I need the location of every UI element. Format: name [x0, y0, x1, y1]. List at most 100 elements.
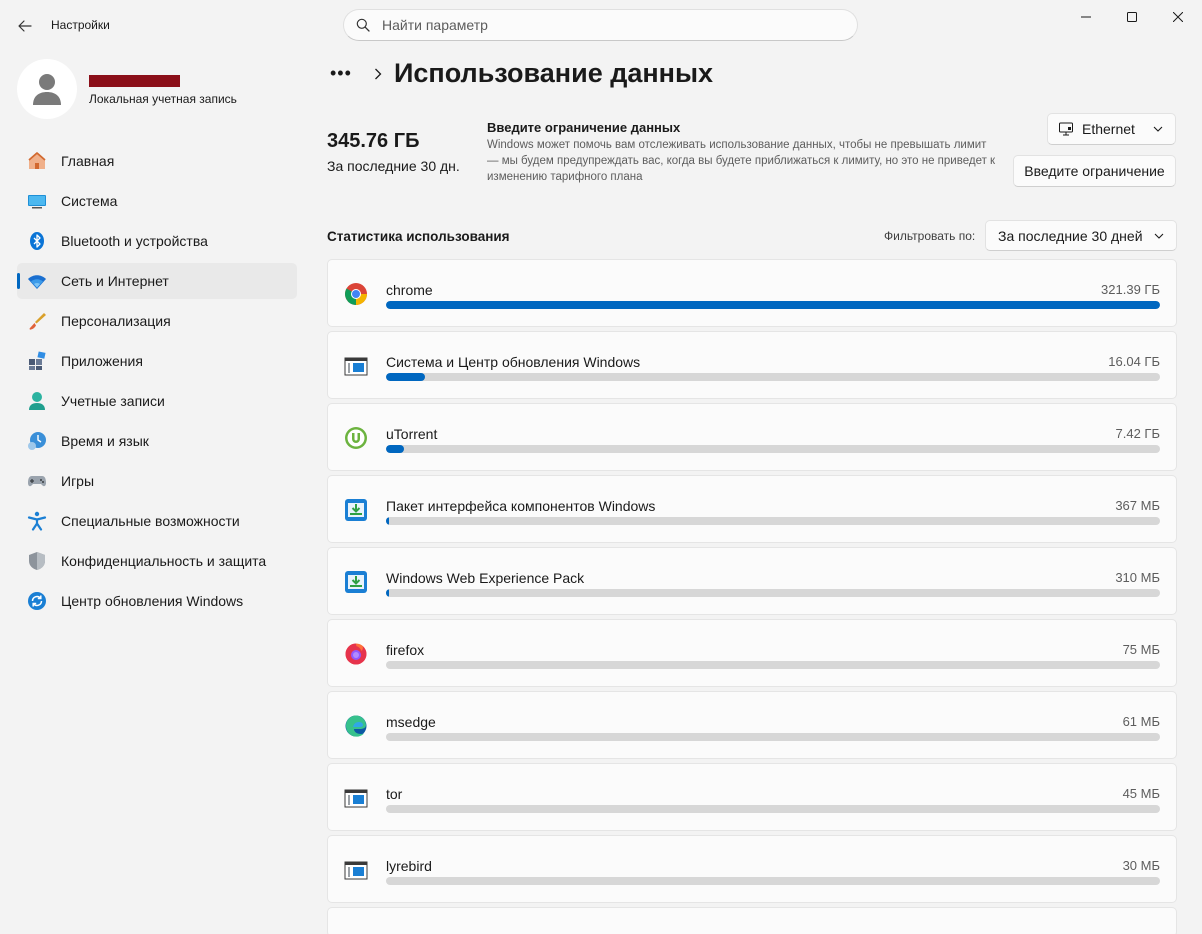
brush-icon	[27, 311, 47, 331]
app-usage-value: 30 МБ	[1122, 858, 1160, 873]
filter-period-value: За последние 30 дней	[998, 227, 1143, 244]
sidebar-item-bluetooth[interactable]: Bluetooth и устройства	[17, 223, 297, 259]
usage-progress-fill	[386, 445, 404, 453]
usage-progress-fill	[386, 589, 389, 597]
time-language-icon	[27, 431, 47, 451]
app-name: Система и Центр обновления Windows	[386, 354, 641, 370]
app-name: uTorrent	[386, 426, 438, 442]
usage-progress-bar	[386, 301, 1160, 309]
maximize-button[interactable]	[1109, 0, 1155, 34]
usage-progress-fill	[386, 301, 1160, 309]
windows-package-icon	[344, 570, 368, 594]
usage-progress-bar	[386, 445, 1160, 453]
sidebar-nav: Главная Система Bluetooth и устройства С…	[17, 143, 297, 623]
app-usage-value: 7.42 ГБ	[1115, 426, 1160, 441]
sidebar-item-network[interactable]: Сеть и Интернет	[17, 263, 297, 299]
sidebar-item-time-language[interactable]: Время и язык	[17, 423, 297, 459]
sidebar-item-accounts[interactable]: Учетные записи	[17, 383, 297, 419]
sidebar-item-label: Система	[61, 193, 118, 209]
app-usage-value: 75 МБ	[1122, 642, 1160, 657]
sidebar-item-personalization[interactable]: Персонализация	[17, 303, 297, 339]
app-usage-row[interactable]: msedge 61 МБ	[327, 691, 1177, 759]
search-input[interactable]	[382, 17, 822, 33]
app-usage-row[interactable]: uTorrent 7.42 ГБ	[327, 403, 1177, 471]
network-adapter-select[interactable]: Ethernet	[1047, 113, 1176, 145]
system-window-icon	[344, 354, 368, 378]
close-button[interactable]	[1155, 0, 1201, 34]
enter-limit-button[interactable]: Введите ограничение	[1013, 155, 1176, 187]
app-usage-row[interactable]: tor 45 МБ	[327, 763, 1177, 831]
app-usage-row[interactable]: Пакет интерфейса компонентов Windows 367…	[327, 475, 1177, 543]
app-usage-value: 310 МБ	[1115, 570, 1160, 585]
sidebar-item-system[interactable]: Система	[17, 183, 297, 219]
app-title: Настройки	[51, 18, 110, 32]
search-icon	[356, 18, 370, 32]
app-name: Windows Web Experience Pack	[386, 570, 585, 586]
app-name: Пакет интерфейса компонентов Windows	[386, 498, 656, 514]
sidebar-item-label: Главная	[61, 153, 115, 169]
sidebar-item-label: Bluetooth и устройства	[61, 233, 208, 249]
usage-stats-title: Статистика использования	[327, 229, 510, 244]
back-button[interactable]	[10, 12, 40, 40]
sidebar-item-privacy[interactable]: Конфиденциальность и защита	[17, 543, 297, 579]
account-type-label: Локальная учетная запись	[89, 92, 237, 106]
sidebar-item-label: Центр обновления Windows	[61, 593, 244, 609]
filter-period-select[interactable]: За последние 30 дней	[985, 220, 1177, 251]
user-avatar-icon	[33, 74, 61, 105]
avatar[interactable]	[17, 59, 77, 119]
app-name: tor	[386, 786, 403, 802]
app-usage-value: 16.04 ГБ	[1108, 354, 1160, 369]
app-usage-value: 45 МБ	[1122, 786, 1160, 801]
app-usage-row[interactable]: Система и Центр обновления Windows 16.04…	[327, 331, 1177, 399]
sidebar-item-home[interactable]: Главная	[17, 143, 297, 179]
page-title: Использование данных	[394, 58, 714, 88]
accessibility-icon	[27, 511, 47, 531]
filter-label: Фильтровать по:	[884, 229, 976, 243]
minimize-button[interactable]	[1063, 0, 1109, 34]
usage-progress-bar	[386, 589, 1160, 597]
data-limit-title: Введите ограничение данных	[487, 120, 681, 135]
sidebar-item-accessibility[interactable]: Специальные возможности	[17, 503, 297, 539]
update-icon	[27, 591, 47, 611]
app-usage-row[interactable]: Windows Web Experience Pack 310 МБ	[327, 547, 1177, 615]
home-icon	[27, 151, 47, 171]
apps-icon	[27, 351, 47, 371]
app-usage-value: 367 МБ	[1115, 498, 1160, 513]
search-box[interactable]	[343, 9, 858, 41]
sidebar-item-label: Персонализация	[61, 313, 171, 329]
data-limit-description: Windows может помочь вам отслеживать исп…	[487, 139, 996, 183]
chevron-right-icon	[375, 68, 382, 79]
app-usage-row[interactable]: chrome 321.39 ГБ	[327, 259, 1177, 327]
breadcrumb-more-button[interactable]: •••	[330, 63, 360, 84]
sidebar-item-label: Приложения	[61, 353, 143, 369]
chevron-down-icon	[1154, 233, 1164, 239]
app-usage-row[interactable]: lyrebird 30 МБ	[327, 835, 1177, 903]
sidebar-item-gaming[interactable]: Игры	[17, 463, 297, 499]
sidebar-item-label: Специальные возможности	[61, 513, 240, 529]
breadcrumb: ••• Использование данных	[330, 58, 713, 89]
app-usage-list: chrome 321.39 ГБ Система и Центр обновле…	[327, 259, 1177, 934]
app-usage-row-partial[interactable]	[327, 907, 1177, 934]
edge-icon	[344, 714, 368, 738]
profile-name-redacted	[89, 75, 180, 87]
app-name: firefox	[386, 642, 425, 658]
sidebar-item-label: Учетные записи	[61, 393, 165, 409]
bluetooth-icon	[27, 231, 47, 251]
network-adapter-value: Ethernet	[1082, 121, 1135, 137]
usage-progress-bar	[386, 661, 1160, 669]
app-usage-row[interactable]: firefox 75 МБ	[327, 619, 1177, 687]
app-name: msedge	[386, 714, 436, 730]
sidebar-item-label: Сеть и Интернет	[61, 273, 169, 289]
usage-progress-bar	[386, 517, 1160, 525]
usage-progress-fill	[386, 373, 425, 381]
sidebar-item-label: Игры	[61, 473, 95, 489]
usage-progress-bar	[386, 877, 1160, 885]
system-window-icon	[344, 786, 368, 810]
usage-progress-bar	[386, 805, 1160, 813]
sidebar-item-windows-update[interactable]: Центр обновления Windows	[17, 583, 297, 619]
close-icon	[1173, 12, 1183, 22]
sidebar-item-apps[interactable]: Приложения	[17, 343, 297, 379]
title-bar: Настройки	[0, 0, 1202, 50]
accounts-icon	[27, 391, 47, 411]
app-usage-value: 61 МБ	[1122, 714, 1160, 729]
